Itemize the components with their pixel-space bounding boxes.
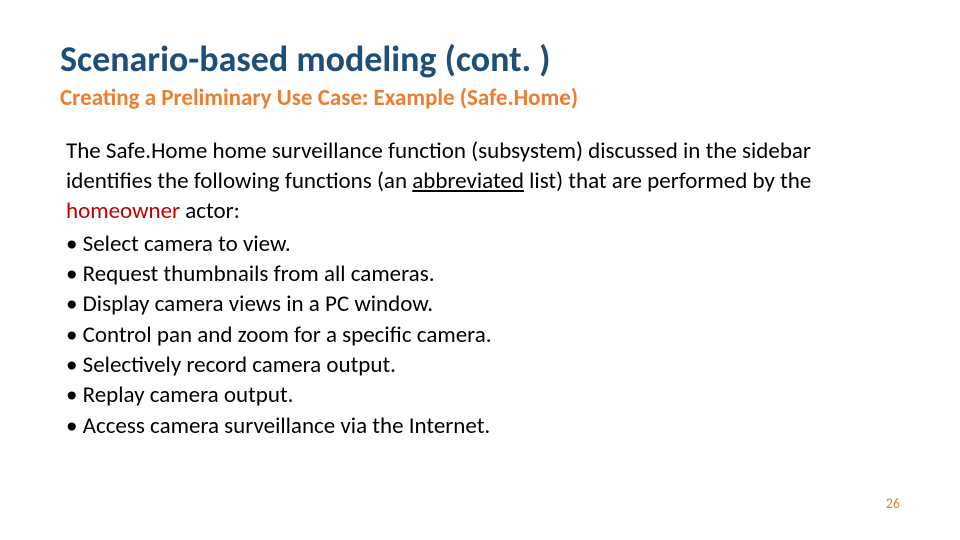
slide-body: The Safe.Home home surveillance function…	[66, 136, 900, 442]
intro-actor: homeowner	[66, 197, 180, 225]
list-item: Control pan and zoom for a specific came…	[66, 320, 900, 350]
intro-abbrev: abbreviated	[412, 167, 524, 195]
slide-subtitle: Creating a Preliminary Use Case: Example…	[60, 84, 900, 112]
list-item: Request thumbnails from all cameras.	[66, 259, 900, 289]
intro-text-2: list) that are performed by the	[524, 167, 811, 195]
page-number: 26	[886, 495, 900, 512]
list-item: Replay camera output.	[66, 380, 900, 410]
slide-title: Scenario-based modeling (cont. )	[60, 40, 900, 80]
slide: Scenario-based modeling (cont. ) Creatin…	[0, 0, 960, 540]
list-item: Display camera views in a PC window.	[66, 289, 900, 319]
list-item: Access camera surveillance via the Inter…	[66, 411, 900, 441]
list-item: Selectively record camera output.	[66, 350, 900, 380]
list-item: Select camera to view.	[66, 229, 900, 259]
intro-paragraph: The Safe.Home home surveillance function…	[66, 136, 900, 227]
bullet-list: Select camera to view. Request thumbnail…	[66, 229, 900, 442]
intro-text-3: actor:	[180, 197, 240, 225]
